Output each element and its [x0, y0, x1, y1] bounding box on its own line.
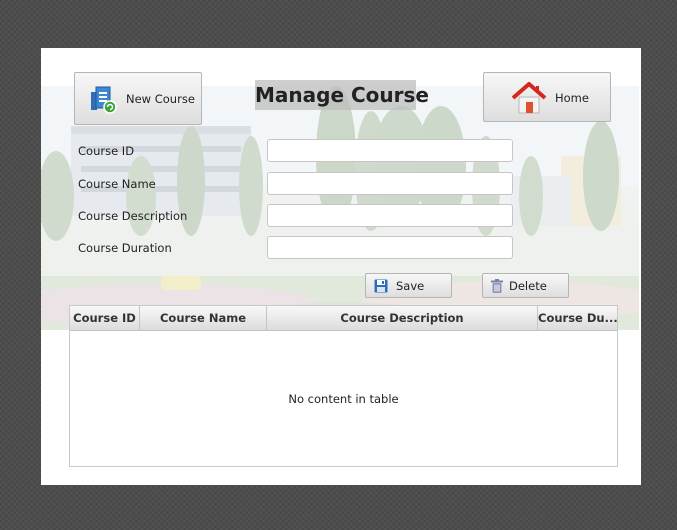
new-course-button[interactable]: New Course	[74, 72, 202, 125]
home-label: Home	[555, 91, 589, 105]
course-description-label: Course Description	[78, 209, 188, 223]
course-name-input[interactable]	[267, 172, 513, 195]
house-icon	[510, 79, 548, 117]
column-header-course-id[interactable]: Course ID	[70, 306, 140, 330]
delete-button[interactable]: Delete	[482, 273, 569, 298]
course-duration-label: Course Duration	[78, 241, 172, 255]
column-header-course-duration[interactable]: Course Du...	[538, 306, 617, 330]
column-header-course-name[interactable]: Course Name	[140, 306, 267, 330]
course-description-input[interactable]	[267, 204, 513, 227]
course-name-label: Course Name	[78, 177, 156, 191]
floppy-disk-icon	[374, 279, 388, 293]
trash-can-icon	[491, 279, 503, 293]
table-empty-message: No content in table	[288, 392, 399, 406]
delete-label: Delete	[509, 279, 547, 293]
course-table[interactable]: Course ID Course Name Course Description…	[69, 305, 618, 467]
column-header-course-description[interactable]: Course Description	[267, 306, 538, 330]
new-course-label: New Course	[126, 92, 195, 106]
course-id-label: Course ID	[78, 144, 135, 158]
course-duration-input[interactable]	[267, 236, 513, 259]
save-label: Save	[396, 279, 425, 293]
save-button[interactable]: Save	[365, 273, 452, 298]
page-title: Manage Course	[255, 80, 429, 110]
course-id-input[interactable]	[267, 139, 513, 162]
new-document-icon	[89, 84, 119, 114]
home-button[interactable]: Home	[483, 72, 611, 122]
table-header: Course ID Course Name Course Description…	[70, 306, 617, 331]
manage-course-window: New Course Manage Course Home Course ID …	[41, 48, 641, 485]
